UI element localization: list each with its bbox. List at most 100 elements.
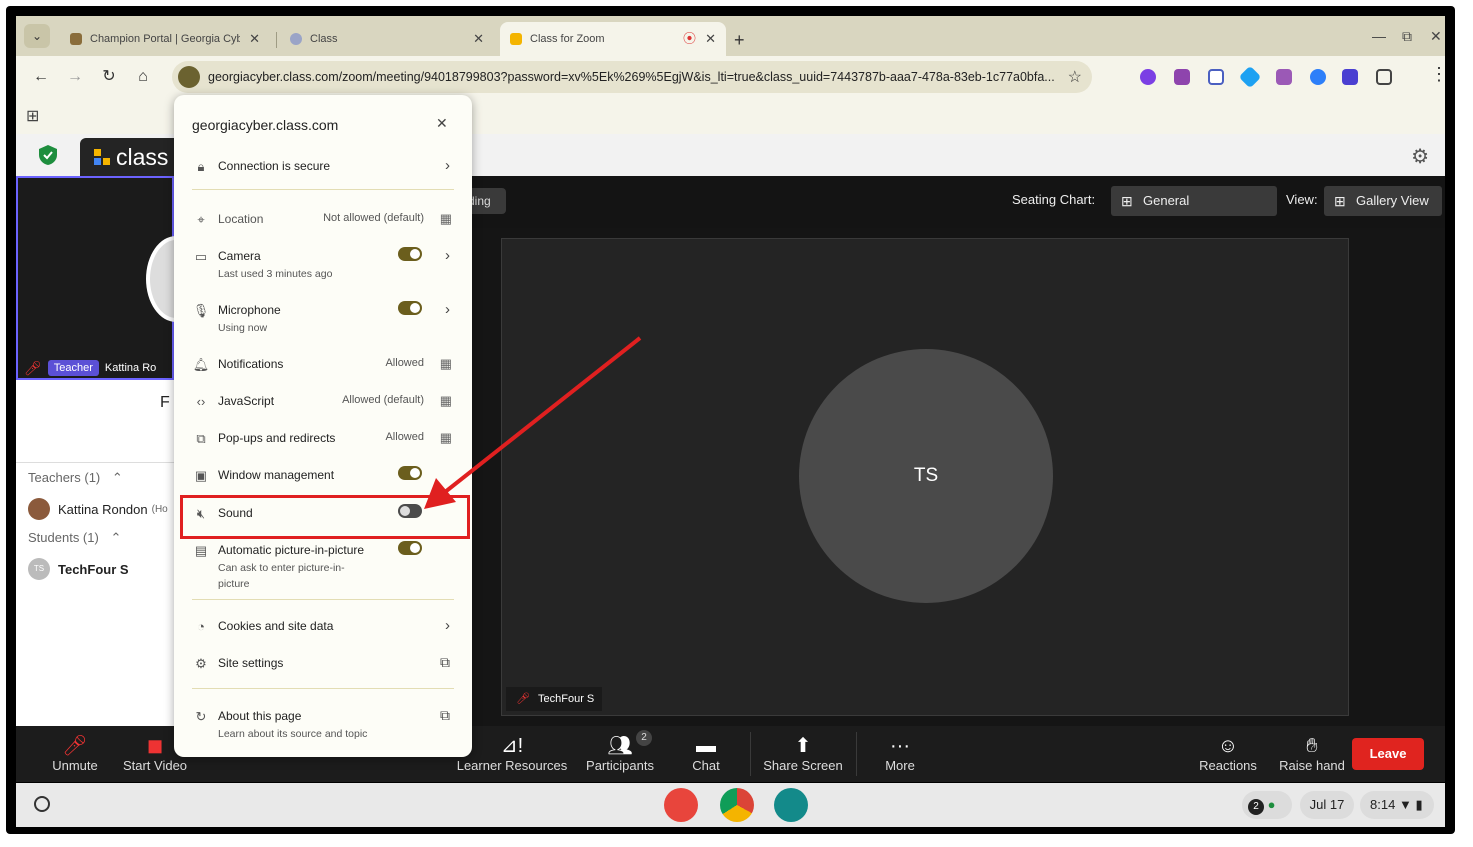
stray-text: F	[160, 394, 170, 411]
reactions-button[interactable]: ☺ Reactions	[1196, 734, 1260, 773]
students-header[interactable]: Students (1) ⌃	[28, 530, 121, 546]
code-icon: ‹›	[196, 394, 206, 409]
reload-icon[interactable]: ↻	[98, 66, 120, 88]
extension-icon[interactable]	[1310, 69, 1326, 85]
tab-class[interactable]: Class ✕	[280, 22, 494, 56]
microphone-sub: Using now	[218, 322, 268, 334]
apps-grid-icon[interactable]: ⊞	[26, 106, 39, 126]
list-item[interactable]: TS TechFour S	[28, 558, 129, 580]
raise-hand-button[interactable]: ✋︎ Raise hand	[1278, 734, 1346, 773]
lock-icon: 🔒︎	[197, 159, 205, 174]
date[interactable]: Jul 17	[1300, 791, 1354, 819]
pip-toggle[interactable]	[398, 541, 422, 555]
close-window-icon[interactable]: ✕	[1430, 28, 1442, 45]
extension-icon[interactable]	[1208, 69, 1224, 85]
chrome-icon[interactable]	[720, 788, 754, 822]
participants-sidebar: 🎤︎ Teacher Kattina Ro F Teachers (1) ⌃ K…	[16, 176, 206, 726]
close-icon[interactable]: ✕	[249, 22, 260, 56]
location-label: Location	[218, 212, 264, 226]
close-icon[interactable]: ✕	[705, 22, 716, 56]
unmute-button[interactable]: 🎤︎ Unmute	[42, 734, 108, 773]
notification-tray[interactable]: 2 ●	[1242, 791, 1292, 819]
annotation-arrow	[424, 336, 642, 509]
extensions-puzzle-icon[interactable]	[1376, 69, 1392, 85]
microphone-icon: 🎙︎	[192, 303, 210, 318]
participant-name: TechFour S	[58, 561, 129, 577]
settings-gear-icon: ⚙	[195, 656, 207, 671]
classroom-app-icon[interactable]	[774, 788, 808, 822]
url-text: georgiacyber.class.com/zoom/meeting/9401…	[208, 70, 1055, 84]
tab-champion-portal[interactable]: Champion Portal | Georgia Cyb ✕	[60, 22, 270, 56]
teachers-header-label: Teachers (1)	[28, 470, 101, 485]
leave-button[interactable]: Leave	[1352, 738, 1424, 770]
clock: 8:14	[1370, 797, 1396, 812]
pip-sub: Can ask to enter picture-in-picture	[218, 562, 345, 590]
popups-label: Pop-ups and redirects	[218, 431, 336, 445]
close-icon[interactable]: ✕	[473, 22, 484, 56]
list-item[interactable]: Kattina Rondon (Ho	[28, 498, 168, 520]
share-screen-button[interactable]: ⬆ Share Screen	[760, 734, 846, 773]
start-video-label: Start Video	[122, 758, 188, 773]
share-screen-icon: ⬆	[794, 735, 812, 757]
tab-search-button[interactable]: ⌄	[24, 24, 50, 48]
browser-menu-icon[interactable]: ⋮	[1430, 64, 1448, 85]
raise-hand-label: Raise hand	[1279, 758, 1345, 773]
forward-icon[interactable]: →	[64, 66, 86, 88]
camera-toggle[interactable]	[398, 247, 422, 261]
system-tray[interactable]: 8:14 ▼ ▮	[1360, 791, 1434, 819]
students-header-label: Students (1)	[28, 530, 99, 545]
back-icon[interactable]: ←	[30, 66, 52, 88]
tab-strip: ⌄ Champion Portal | Georgia Cyb ✕ Class …	[16, 16, 1445, 56]
teacher-video-tile: 🎤︎ Teacher Kattina Ro	[16, 176, 206, 380]
restore-icon[interactable]: ⧉	[1402, 28, 1412, 45]
extension-icon[interactable]	[1276, 69, 1292, 85]
extension-icon[interactable]	[1342, 69, 1358, 85]
divider	[16, 462, 174, 463]
divider	[192, 189, 454, 190]
shield-icon	[39, 145, 57, 165]
tab-class-for-zoom[interactable]: Class for Zoom ⦿ ✕	[500, 22, 726, 56]
os-shelf: 2 ● Jul 17 8:14 ▼ ▮	[16, 783, 1445, 827]
seating-chart-select[interactable]: ⊞ General	[1111, 186, 1277, 216]
tab-title: Champion Portal | Georgia Cyb	[90, 33, 240, 45]
extension-icon[interactable]	[1238, 65, 1262, 89]
open-external-icon: ⧉	[440, 707, 450, 723]
participants-label: Participants	[586, 758, 654, 773]
bell-icon: 🔔︎	[192, 357, 210, 372]
launcher-icon[interactable]	[34, 796, 50, 812]
class-logo-icon	[94, 149, 110, 165]
canvas-app-icon[interactable]	[664, 788, 698, 822]
divider	[192, 688, 454, 689]
extension-icon[interactable]	[1174, 69, 1190, 85]
student-name-tag: 🎤︎ TechFour S	[506, 687, 603, 711]
javascript-label: JavaScript	[218, 394, 275, 408]
chevron-right-icon: ›	[445, 247, 450, 264]
more-dots-icon: ···	[890, 735, 910, 757]
chat-button[interactable]: ▬ Chat	[684, 734, 728, 773]
teachers-header[interactable]: Teachers (1) ⌃	[28, 470, 123, 486]
minimize-icon[interactable]: —	[1372, 28, 1386, 44]
logo-text: class	[116, 144, 169, 170]
new-tab-button[interactable]: +	[734, 30, 745, 51]
site-info-icon[interactable]	[178, 66, 200, 88]
close-icon[interactable]: ✕	[436, 115, 448, 132]
gear-icon[interactable]: ⚙	[1411, 144, 1429, 169]
connection-label: Connection is secure	[218, 159, 331, 173]
bookmark-star-icon[interactable]: ☆	[1068, 67, 1082, 87]
teacher-name-bar: 🎤︎ Teacher Kattina Ro	[24, 358, 156, 378]
more-button[interactable]: ··· More	[878, 734, 922, 773]
recording-icon: ⦿	[682, 31, 696, 46]
wifi-icon: ▼	[1398, 797, 1412, 812]
address-bar[interactable]: georgiacyber.class.com/zoom/meeting/9401…	[172, 61, 1092, 93]
favicon-icon	[70, 33, 82, 45]
popup-host: georgiacyber.class.com	[192, 117, 339, 133]
reactions-label: Reactions	[1199, 758, 1257, 773]
student-name: TechFour S	[538, 693, 595, 705]
view-select[interactable]: ⊞ Gallery View	[1324, 186, 1442, 216]
chat-icon: ▬	[696, 735, 716, 757]
extension-icon[interactable]	[1140, 69, 1156, 85]
mic-muted-icon: 🎤︎	[62, 735, 88, 757]
chevron-up-icon: ⌃	[110, 530, 122, 545]
home-icon[interactable]: ⌂	[132, 66, 154, 88]
microphone-toggle[interactable]	[398, 301, 422, 315]
